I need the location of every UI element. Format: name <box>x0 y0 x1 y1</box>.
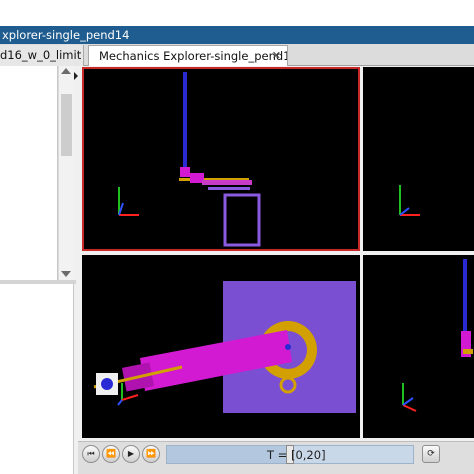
arm-link <box>463 349 473 354</box>
tab-label: d16_w_0_limit <box>0 48 82 62</box>
window-title-bar: xplorer-single_pend14 <box>0 26 474 44</box>
step-forward-icon[interactable]: ⏩ <box>142 445 160 463</box>
axis-z-icon <box>399 207 410 216</box>
tab-mechanics-explorer[interactable]: Mechanics Explorer-single_pend14 ✕ <box>88 45 288 66</box>
arm-lower-link <box>208 187 250 190</box>
viewport-bottom-left[interactable] <box>82 255 360 438</box>
top-strip <box>0 0 474 26</box>
pivot-marker <box>285 344 291 350</box>
play-icon[interactable]: ▶ <box>122 445 140 463</box>
step-back-icon[interactable]: ⏪ <box>102 445 120 463</box>
scene-top-left <box>118 72 261 247</box>
playback-toolbar: ⏮ ⏪ ▶ ⏩ T = [0,20] ⟳ <box>78 441 474 474</box>
axis-z-icon <box>117 399 123 406</box>
vertical-rod <box>183 72 187 172</box>
close-icon[interactable]: ✕ <box>272 46 281 66</box>
tab-label: Mechanics Explorer-single_pend14 <box>99 49 288 63</box>
scrollbar-thumb[interactable] <box>61 94 72 156</box>
record-icon[interactable]: ⟳ <box>422 445 440 463</box>
frame-outline <box>223 193 261 247</box>
tab-d16-w-0-limit[interactable]: d16_w_0_limit <box>0 45 84 66</box>
scene-bottom-left <box>93 281 356 413</box>
scene-top-right <box>399 185 420 216</box>
time-range-label: T = [0,20] <box>267 448 326 462</box>
tab-bar: d16_w_0_limit Mechanics Explorer-single_… <box>0 44 474 66</box>
window-title: xplorer-single_pend14 <box>2 28 130 42</box>
viewport-top-left[interactable] <box>82 67 360 251</box>
model-browser-pane <box>0 66 78 474</box>
axis-x-icon <box>121 394 139 401</box>
viewport-bottom-right[interactable] <box>363 255 474 438</box>
pivot-block <box>180 167 190 177</box>
scroll-down-icon[interactable] <box>61 271 71 277</box>
mechanics-explorer-window: xplorer-single_pend14 d16_w_0_limit Mech… <box>0 0 474 474</box>
joint-marker <box>101 378 113 390</box>
scene-bottom-right <box>402 259 473 412</box>
property-list[interactable] <box>0 284 74 474</box>
skip-to-start-icon[interactable]: ⏮ <box>82 445 100 463</box>
scroll-up-icon[interactable] <box>61 68 71 74</box>
arm-rod <box>202 180 252 185</box>
time-slider[interactable]: T = [0,20] <box>166 445 414 464</box>
vertical-scrollbar[interactable] <box>58 66 74 280</box>
model-tree-list[interactable] <box>0 66 58 280</box>
axis-z-icon <box>402 397 414 406</box>
vertical-rod <box>463 259 467 333</box>
axis-x-icon <box>402 404 417 412</box>
collapse-pane-icon[interactable] <box>74 72 78 80</box>
viewport-top-right[interactable] <box>363 67 474 251</box>
arm-body <box>190 173 204 183</box>
